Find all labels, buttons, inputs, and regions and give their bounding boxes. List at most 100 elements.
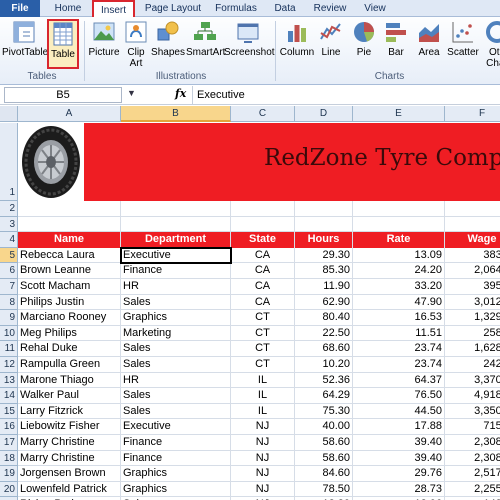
column-header-b[interactable]: B <box>121 106 231 122</box>
table-header-name[interactable]: Name <box>18 232 121 248</box>
insert-function-icon[interactable]: fx <box>175 87 186 100</box>
table-cell[interactable]: 47.90 <box>353 294 445 311</box>
table-cell[interactable]: 84.60 <box>295 466 353 482</box>
table-cell[interactable]: Marciano Rooney <box>18 310 121 326</box>
table-cell[interactable]: Lowenfeld Patrick <box>18 481 121 498</box>
table-cell[interactable]: 68.60 <box>295 341 353 357</box>
column-chart-button[interactable]: Column <box>279 19 315 58</box>
table-cell[interactable]: Marry Christine <box>18 435 121 451</box>
table-cell[interactable]: 22.50 <box>295 325 353 342</box>
table-cell[interactable]: Walker Paul <box>18 388 121 404</box>
empty-cell[interactable] <box>295 201 353 217</box>
table-cell[interactable]: 64.29 <box>295 388 353 404</box>
table-cell[interactable]: CA <box>231 294 295 311</box>
table-cell[interactable]: Philips Justin <box>18 294 121 311</box>
empty-cell[interactable] <box>445 201 500 217</box>
table-cell[interactable]: Liebowitz Fisher <box>18 419 121 435</box>
table-cell[interactable]: NJ <box>231 419 295 435</box>
pivottable-button[interactable]: PivotTable <box>2 19 48 58</box>
table-cell[interactable]: 23.74 <box>353 341 445 357</box>
table-header-hours[interactable]: Hours <box>295 232 353 248</box>
empty-cell[interactable] <box>231 201 295 217</box>
row-header-11[interactable]: 11 <box>0 341 18 357</box>
empty-cell[interactable] <box>231 216 295 233</box>
clip-art-button[interactable]: Clip Art <box>122 19 150 69</box>
tab-insert[interactable]: Insert <box>92 0 135 18</box>
empty-cell[interactable] <box>353 216 445 233</box>
table-cell[interactable]: 16.53 <box>353 310 445 326</box>
row-header-5[interactable]: 5 <box>0 247 18 264</box>
table-cell[interactable]: Finance <box>121 263 231 279</box>
name-box-dropdown-icon[interactable]: ▼ <box>127 88 136 98</box>
table-cell[interactable]: Finance <box>121 450 231 467</box>
table-cell[interactable]: 58.60 <box>295 450 353 467</box>
area-chart-button[interactable]: Area <box>414 19 444 58</box>
row-header-3[interactable]: 3 <box>0 216 18 233</box>
table-cell[interactable]: Rampulla Green <box>18 357 121 373</box>
table-cell[interactable]: CA <box>231 247 295 264</box>
table-cell[interactable]: 29.30 <box>295 247 353 264</box>
scatter-chart-button[interactable]: Scatter <box>446 19 480 58</box>
table-cell[interactable]: NJ <box>231 466 295 482</box>
name-box[interactable]: B5 <box>4 87 122 103</box>
tab-page-layout[interactable]: Page Layout <box>140 0 206 17</box>
table-cell[interactable]: 39.40 <box>353 450 445 467</box>
picture-button[interactable]: Picture <box>88 19 120 58</box>
table-cell[interactable]: Rehal Duke <box>18 341 121 357</box>
row-header-1[interactable]: 1 <box>0 123 18 201</box>
table-cell[interactable]: 39.40 <box>353 435 445 451</box>
table-cell[interactable]: Sales <box>121 341 231 357</box>
table-cell[interactable]: 2,308.84 <box>445 435 500 451</box>
table-cell[interactable]: 23.74 <box>353 357 445 373</box>
tab-file[interactable]: File <box>0 0 40 17</box>
table-cell[interactable]: NJ <box>231 450 295 467</box>
select-all-corner[interactable] <box>0 106 18 122</box>
table-cell[interactable]: IL <box>231 403 295 420</box>
table-cell[interactable]: 52.36 <box>295 372 353 389</box>
row-header-9[interactable]: 9 <box>0 310 18 326</box>
screenshot-button[interactable]: Screenshot <box>224 19 275 58</box>
table-cell[interactable]: 76.50 <box>353 388 445 404</box>
table-cell[interactable]: Graphics <box>121 466 231 482</box>
table-cell[interactable]: HR <box>121 372 231 389</box>
table-cell[interactable]: 13.09 <box>353 247 445 264</box>
row-header-12[interactable]: 12 <box>0 357 18 373</box>
table-cell[interactable]: 383.54 <box>445 248 500 264</box>
empty-cell[interactable] <box>121 216 231 233</box>
table-cell[interactable]: NJ <box>231 481 295 498</box>
table-cell[interactable]: Graphics <box>121 481 231 498</box>
table-cell[interactable]: Sales <box>121 357 231 373</box>
table-cell[interactable]: 258.98 <box>445 326 500 342</box>
bar-chart-button[interactable]: Bar <box>382 19 410 58</box>
table-cell[interactable]: 44.50 <box>353 403 445 420</box>
row-header-19[interactable]: 19 <box>0 466 18 482</box>
column-header-a[interactable]: A <box>18 106 121 122</box>
table-cell[interactable]: 3,350.85 <box>445 404 500 420</box>
table-cell[interactable]: IL <box>231 388 295 404</box>
table-cell[interactable]: CA <box>231 279 295 295</box>
table-cell[interactable]: 3,370.41 <box>445 373 500 389</box>
line-chart-button[interactable]: Line <box>316 19 346 58</box>
smartart-button[interactable]: SmartArt <box>186 19 225 58</box>
shapes-button[interactable]: Shapes <box>151 19 185 58</box>
table-cell[interactable]: 715.20 <box>445 419 500 435</box>
other-charts-button[interactable]: Oth Char <box>482 19 500 69</box>
tab-review[interactable]: Review <box>308 0 352 17</box>
table-cell[interactable]: 75.30 <box>295 403 353 420</box>
tab-formulas[interactable]: Formulas <box>210 0 262 17</box>
table-cell[interactable]: Finance <box>121 435 231 451</box>
table-cell[interactable]: 28.73 <box>353 481 445 498</box>
table-cell[interactable]: 11.51 <box>353 325 445 342</box>
empty-cell[interactable] <box>295 216 353 233</box>
table-cell[interactable]: 58.60 <box>295 435 353 451</box>
empty-cell[interactable] <box>353 201 445 217</box>
column-header-c[interactable]: C <box>231 106 295 122</box>
table-cell[interactable]: Sales <box>121 388 231 404</box>
row-header-13[interactable]: 13 <box>0 372 18 389</box>
table-cell[interactable]: 4,918.19 <box>445 388 500 404</box>
row-header-20[interactable]: 20 <box>0 481 18 498</box>
table-cell[interactable]: 2,255.31 <box>445 482 500 498</box>
table-header-wage[interactable]: Wage <box>445 232 500 248</box>
table-cell[interactable]: Marketing <box>121 325 231 342</box>
table-cell[interactable]: Jorgensen Brown <box>18 466 121 482</box>
